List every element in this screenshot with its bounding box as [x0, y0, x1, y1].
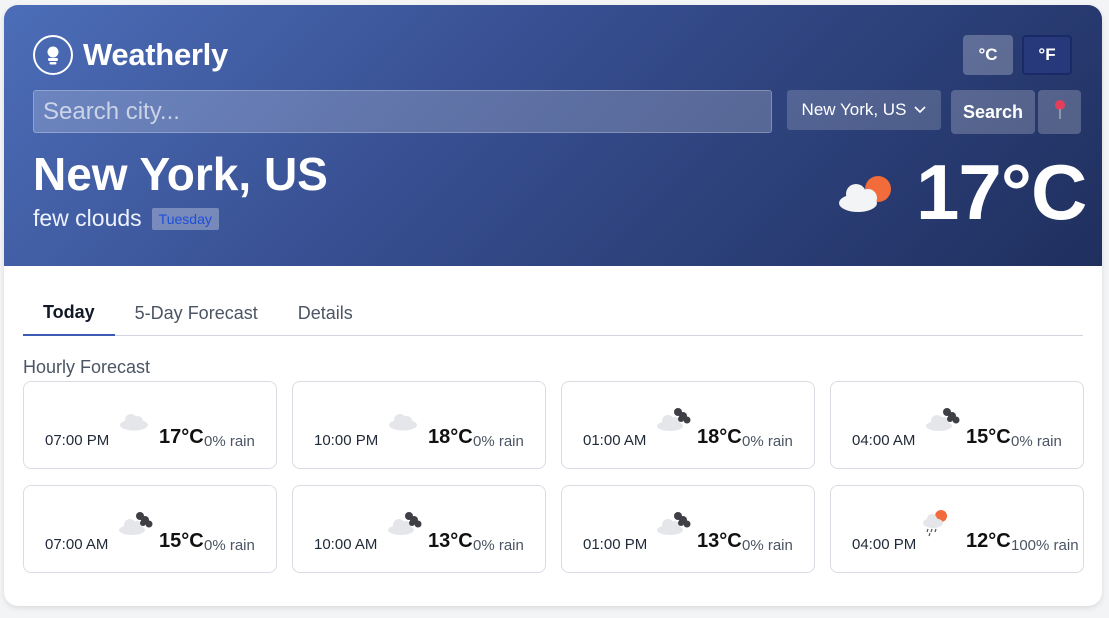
light-cloud-icon [118, 409, 150, 436]
forecast-time: 07:00 PM [45, 432, 110, 449]
location-button[interactable] [1038, 90, 1081, 134]
hourly-forecast-card[interactable]: 10:00 PM 18°C 0% rain [292, 381, 546, 469]
forecast-rain-chance: 0% rain [742, 433, 793, 450]
hourly-forecast-card[interactable]: 10:00 AM 13°C 0% rain [292, 485, 546, 573]
forecast-temp: 18°C [428, 426, 473, 448]
forecast-rain-chance: 0% rain [204, 537, 255, 554]
tab-today[interactable]: Today [23, 291, 115, 336]
location-pin-icon [1053, 99, 1067, 126]
forecast-rain-chance: 0% rain [473, 433, 524, 450]
forecast-time: 04:00 PM [852, 536, 917, 553]
search-button[interactable]: Search [951, 90, 1035, 134]
hourly-forecast-card[interactable]: 04:00 PM 12°C 100% rain [830, 485, 1084, 573]
fahrenheit-button[interactable]: °F [1022, 35, 1072, 75]
condition-row: few clouds Tuesday [33, 205, 219, 232]
forecast-temp: 15°C [159, 530, 204, 552]
forecast-temp: 18°C [697, 426, 742, 448]
current-condition: few clouds [33, 205, 142, 231]
tab-bar: Today 5-Day Forecast Details [23, 291, 1083, 336]
hourly-forecast-card[interactable]: 07:00 PM 17°C 0% rain [23, 381, 277, 469]
forecast-time: 01:00 PM [583, 536, 648, 553]
forecast-rain-chance: 0% rain [204, 433, 255, 450]
search-input[interactable] [33, 90, 772, 133]
tab-details[interactable]: Details [278, 291, 373, 336]
forecast-rain-chance: 0% rain [742, 537, 793, 554]
forecast-time: 10:00 AM [314, 536, 378, 553]
forecast-rain-chance: 0% rain [1011, 433, 1062, 450]
city-select-value: New York, US [801, 100, 907, 119]
weather-card: Weatherly °C °F New York, US Search New … [4, 5, 1102, 606]
forecast-time: 04:00 AM [852, 432, 916, 449]
tab-5-day-forecast[interactable]: 5-Day Forecast [115, 291, 278, 336]
brand: Weatherly [33, 35, 228, 75]
broken-clouds-icon [925, 406, 961, 437]
current-city: New York, US [33, 148, 328, 200]
city-select[interactable]: New York, US [787, 90, 941, 130]
rain-sun-icon [921, 508, 951, 543]
light-cloud-icon [387, 409, 419, 436]
forecast-time: 01:00 AM [583, 432, 647, 449]
weather-logo-icon [33, 35, 73, 75]
hourly-forecast-card[interactable]: 01:00 PM 13°C 0% rain [561, 485, 815, 573]
hourly-forecast-card[interactable]: 01:00 AM 18°C 0% rain [561, 381, 815, 469]
broken-clouds-icon [656, 510, 692, 541]
forecast-time: 07:00 AM [45, 536, 109, 553]
hourly-forecast-title: Hourly Forecast [23, 357, 151, 377]
forecast-time: 10:00 PM [314, 432, 379, 449]
broken-clouds-icon [118, 510, 154, 541]
day-badge: Tuesday [151, 207, 219, 230]
forecast-temp: 12°C [966, 530, 1011, 552]
app-title: Weatherly [83, 37, 228, 72]
weather-header: Weatherly °C °F New York, US Search New … [4, 5, 1102, 266]
forecast-temp: 13°C [428, 530, 473, 552]
forecast-temp: 17°C [159, 426, 204, 448]
forecast-rain-chance: 100% rain [1011, 537, 1079, 554]
broken-clouds-icon [656, 406, 692, 437]
few-clouds-icon [836, 171, 896, 218]
forecast-rain-chance: 0% rain [473, 537, 524, 554]
current-temp: 17°C [916, 148, 1087, 236]
hourly-forecast-card[interactable]: 07:00 AM 15°C 0% rain [23, 485, 277, 573]
forecast-temp: 15°C [966, 426, 1011, 448]
hourly-forecast-card[interactable]: 04:00 AM 15°C 0% rain [830, 381, 1084, 469]
forecast-temp: 13°C [697, 530, 742, 552]
hourly-forecast-grid: 07:00 PM 17°C 0% rain 10:00 PM 18°C 0% rain… [23, 381, 1084, 573]
broken-clouds-icon [387, 510, 423, 541]
chevron-down-icon [914, 103, 927, 117]
celsius-button[interactable]: °C [963, 35, 1013, 75]
